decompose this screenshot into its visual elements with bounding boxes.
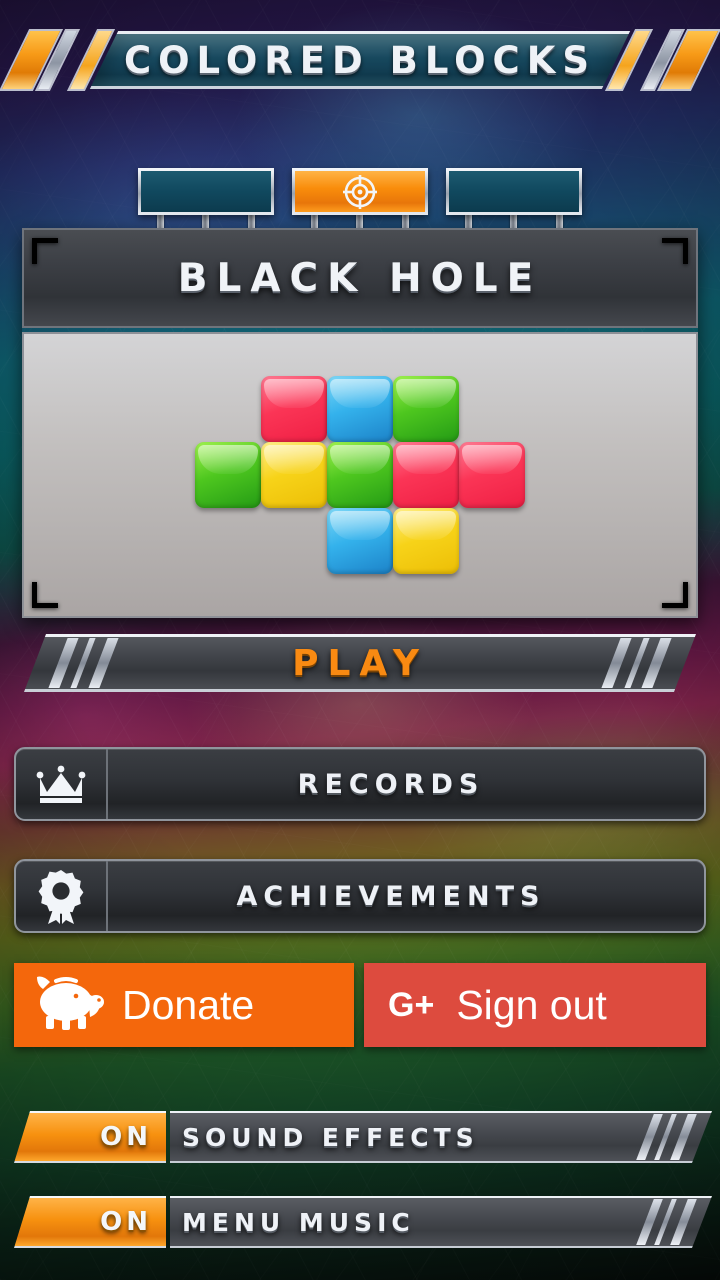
block-green[interactable]	[327, 442, 393, 508]
records-button[interactable]: RECORDS	[14, 747, 706, 821]
google-plus-icon: G+	[388, 985, 435, 1024]
block-blue[interactable]	[327, 376, 393, 442]
menu-music-label: MENU MUSIC	[182, 1207, 415, 1237]
play-button[interactable]: PLAY	[24, 634, 696, 692]
tab-left[interactable]	[138, 168, 274, 215]
achievements-label: ACHIEVEMENTS	[236, 880, 546, 912]
block-green[interactable]	[195, 442, 261, 508]
level-title: BLACK HOLE	[177, 255, 543, 301]
level-preview-area[interactable]	[22, 332, 698, 618]
block-red[interactable]	[459, 442, 525, 508]
tab-right[interactable]	[446, 168, 582, 215]
block-yellow[interactable]	[393, 508, 459, 574]
block-yellow[interactable]	[261, 442, 327, 508]
crown-icon	[16, 749, 108, 819]
block-grid	[24, 334, 696, 616]
tab-center[interactable]	[292, 168, 428, 215]
donate-button[interactable]: Donate	[14, 963, 354, 1047]
block-red[interactable]	[393, 442, 459, 508]
block-green[interactable]	[393, 376, 459, 442]
signout-button[interactable]: G+ Sign out	[364, 963, 706, 1047]
achievements-button[interactable]: ACHIEVEMENTS	[14, 859, 706, 933]
sound-effects-label: SOUND EFFECTS	[182, 1122, 479, 1152]
medal-icon	[16, 861, 108, 931]
corner-bracket-top-right	[662, 238, 688, 264]
sound-effects-state-badge[interactable]: ON	[14, 1111, 166, 1163]
title-banner: COLORED BLOCKS	[0, 31, 720, 89]
sound-effects-state: ON	[100, 1122, 152, 1152]
crosshair-icon	[295, 171, 425, 212]
sound-effects-toggle[interactable]: ON SOUND EFFECTS	[14, 1111, 712, 1163]
corner-bracket-top-left	[32, 238, 58, 264]
level-panel-header: BLACK HOLE	[22, 228, 698, 328]
corner-bracket-bottom-left	[32, 582, 58, 608]
app-title: COLORED BLOCKS	[123, 38, 597, 82]
menu-music-state-badge[interactable]: ON	[14, 1196, 166, 1248]
level-panel: BLACK HOLE	[22, 228, 698, 618]
piggy-bank-icon	[28, 972, 106, 1039]
play-label: PLAY	[292, 642, 428, 684]
records-label: RECORDS	[297, 768, 485, 800]
corner-bracket-bottom-right	[662, 582, 688, 608]
menu-music-toggle[interactable]: ON MENU MUSIC	[14, 1196, 712, 1248]
menu-music-state: ON	[100, 1207, 152, 1237]
block-blue[interactable]	[327, 508, 393, 574]
signout-label: Sign out	[456, 981, 607, 1028]
block-red[interactable]	[261, 376, 327, 442]
donate-label: Donate	[122, 981, 255, 1028]
tab-bar	[0, 168, 720, 236]
